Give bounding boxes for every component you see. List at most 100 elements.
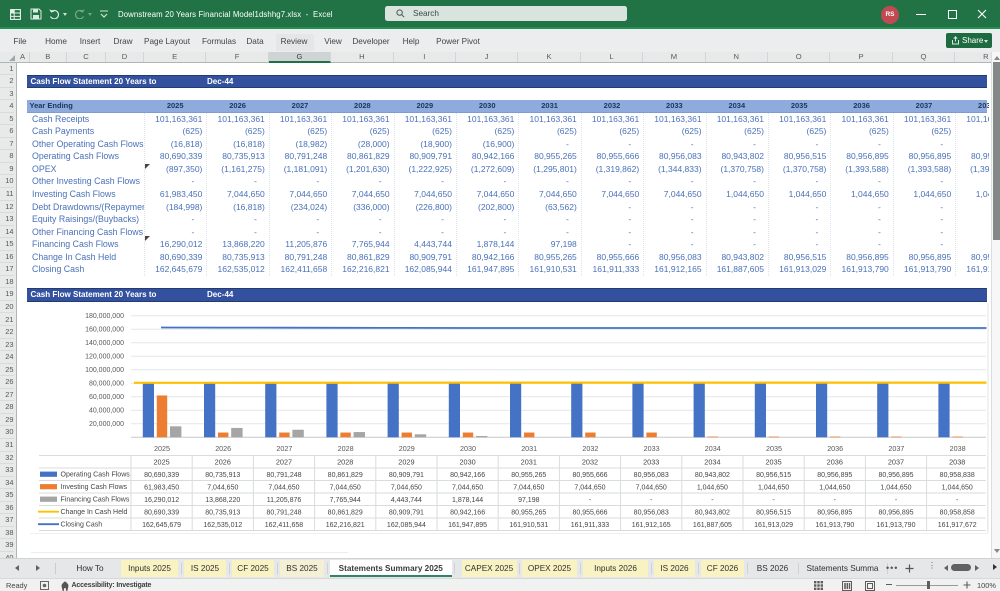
svg-text:100,000,000: 100,000,000: [85, 367, 124, 374]
svg-text:80,000,000: 80,000,000: [89, 381, 124, 388]
svg-text:2038: 2038: [950, 444, 966, 453]
svg-text:162,216,821: 162,216,821: [326, 522, 365, 529]
svg-text:2031: 2031: [521, 458, 537, 467]
svg-text:-: -: [589, 497, 592, 504]
svg-text:40,000,000: 40,000,000: [89, 408, 124, 415]
svg-text:161,913,029: 161,913,029: [754, 522, 793, 529]
svg-text:2033: 2033: [644, 444, 660, 453]
svg-text:2034: 2034: [704, 458, 720, 467]
svg-text:161,912,165: 161,912,165: [632, 522, 671, 529]
svg-text:162,535,012: 162,535,012: [203, 522, 242, 529]
svg-text:7,044,650: 7,044,650: [574, 485, 605, 492]
svg-text:80,956,083: 80,956,083: [634, 510, 669, 517]
svg-text:80,958,838: 80,958,838: [940, 472, 975, 479]
svg-text:1,044,650: 1,044,650: [758, 485, 789, 492]
svg-text:2037: 2037: [888, 458, 904, 467]
svg-text:161,913,790: 161,913,790: [815, 522, 854, 529]
svg-text:80,861,829: 80,861,829: [328, 510, 363, 517]
svg-text:7,044,650: 7,044,650: [207, 485, 238, 492]
svg-text:2036: 2036: [827, 458, 843, 467]
svg-text:1,044,650: 1,044,650: [880, 485, 911, 492]
svg-text:-: -: [711, 497, 714, 504]
svg-text:1,878,144: 1,878,144: [452, 497, 483, 504]
svg-text:80,943,802: 80,943,802: [695, 472, 730, 479]
svg-text:180,000,000: 180,000,000: [85, 313, 124, 320]
svg-text:2027: 2027: [276, 444, 292, 453]
svg-text:Operating Cash Flows: Operating Cash Flows: [61, 472, 131, 479]
svg-text:80,690,339: 80,690,339: [144, 510, 179, 517]
svg-text:4,443,744: 4,443,744: [391, 497, 422, 504]
svg-text:7,765,944: 7,765,944: [330, 497, 361, 504]
svg-text:80,956,515: 80,956,515: [756, 510, 791, 517]
svg-text:2025: 2025: [153, 458, 169, 467]
svg-text:20,000,000: 20,000,000: [89, 421, 124, 428]
svg-text:80,956,895: 80,956,895: [817, 510, 852, 517]
svg-text:2032: 2032: [582, 444, 598, 453]
svg-text:-: -: [650, 497, 653, 504]
svg-text:80,956,895: 80,956,895: [878, 472, 913, 479]
svg-text:2030: 2030: [460, 444, 476, 453]
svg-text:80,956,515: 80,956,515: [756, 472, 791, 479]
svg-text:80,735,913: 80,735,913: [205, 510, 240, 517]
svg-text:7,044,650: 7,044,650: [330, 485, 361, 492]
svg-text:2033: 2033: [643, 458, 659, 467]
svg-text:97,198: 97,198: [518, 497, 540, 504]
svg-text:2037: 2037: [888, 444, 904, 453]
svg-text:80,955,265: 80,955,265: [511, 472, 546, 479]
svg-text:80,791,248: 80,791,248: [266, 510, 301, 517]
svg-text:2032: 2032: [582, 458, 598, 467]
svg-text:161,913,790: 161,913,790: [877, 522, 916, 529]
svg-text:160,000,000: 160,000,000: [85, 327, 124, 334]
svg-text:2029: 2029: [398, 458, 414, 467]
svg-text:-: -: [834, 497, 837, 504]
svg-text:80,943,802: 80,943,802: [695, 510, 730, 517]
svg-text:Investing Cash Flows: Investing Cash Flows: [61, 484, 128, 491]
svg-text:80,955,666: 80,955,666: [572, 472, 607, 479]
svg-text:1,044,650: 1,044,650: [942, 485, 973, 492]
svg-text:2026: 2026: [215, 458, 231, 467]
svg-text:80,955,666: 80,955,666: [572, 510, 607, 517]
svg-text:7,044,650: 7,044,650: [636, 485, 667, 492]
svg-text:80,791,248: 80,791,248: [266, 472, 301, 479]
svg-text:-: -: [956, 497, 959, 504]
svg-text:2026: 2026: [215, 444, 231, 453]
svg-text:162,645,679: 162,645,679: [142, 522, 181, 529]
svg-text:2035: 2035: [766, 444, 782, 453]
svg-text:Closing Cash: Closing Cash: [61, 522, 103, 529]
svg-text:80,861,829: 80,861,829: [328, 472, 363, 479]
svg-text:162,085,944: 162,085,944: [387, 522, 426, 529]
svg-text:7,044,650: 7,044,650: [268, 485, 299, 492]
svg-text:1,044,650: 1,044,650: [697, 485, 728, 492]
svg-text:80,956,895: 80,956,895: [878, 510, 913, 517]
svg-text:120,000,000: 120,000,000: [85, 354, 124, 361]
svg-text:2029: 2029: [399, 444, 415, 453]
svg-text:11,205,876: 11,205,876: [267, 497, 302, 504]
svg-text:2038: 2038: [949, 458, 965, 467]
svg-text:-: -: [895, 497, 898, 504]
svg-text:161,917,672: 161,917,672: [938, 522, 977, 529]
svg-text:7,044,650: 7,044,650: [452, 485, 483, 492]
svg-text:7,044,650: 7,044,650: [391, 485, 422, 492]
svg-text:60,000,000: 60,000,000: [89, 394, 124, 401]
svg-text:2025: 2025: [154, 444, 170, 453]
svg-text:2028: 2028: [338, 444, 354, 453]
svg-text:16,290,012: 16,290,012: [144, 497, 179, 504]
svg-text:161,910,531: 161,910,531: [509, 522, 548, 529]
svg-text:80,955,265: 80,955,265: [511, 510, 546, 517]
svg-text:80,942,166: 80,942,166: [450, 510, 485, 517]
svg-text:-: -: [772, 497, 775, 504]
svg-text:161,947,895: 161,947,895: [448, 522, 487, 529]
svg-text:2036: 2036: [827, 444, 843, 453]
svg-text:2030: 2030: [459, 458, 475, 467]
svg-text:61,983,450: 61,983,450: [144, 485, 179, 492]
svg-text:2028: 2028: [337, 458, 353, 467]
svg-text:80,690,339: 80,690,339: [144, 472, 179, 479]
svg-text:162,411,658: 162,411,658: [265, 522, 304, 529]
svg-text:161,887,605: 161,887,605: [693, 522, 732, 529]
svg-text:80,956,083: 80,956,083: [634, 472, 669, 479]
svg-text:7,044,650: 7,044,650: [513, 485, 544, 492]
svg-text:Change In Cash Held: Change In Cash Held: [61, 509, 128, 516]
svg-text:80,909,791: 80,909,791: [389, 510, 424, 517]
svg-text:1,044,650: 1,044,650: [819, 485, 850, 492]
svg-text:Financing Cash Flows: Financing Cash Flows: [61, 497, 130, 504]
